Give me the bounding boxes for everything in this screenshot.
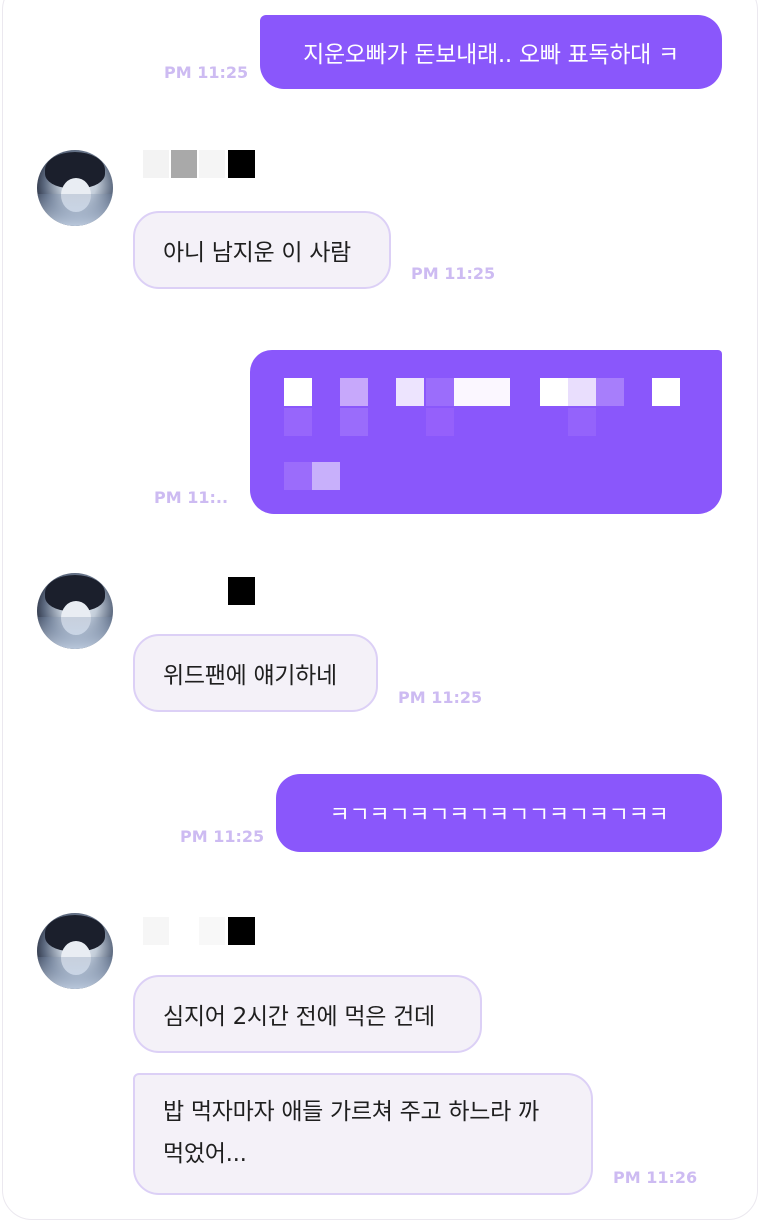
redacted-message-bubble[interactable] <box>250 350 722 514</box>
message-text: 지운오빠가 돈보내래.. 오빠 표독하대 ㅋ <box>303 42 679 68</box>
incoming-message-bubble[interactable]: 밥 먹자마자 애들 가르쳐 주고 하느라 까 먹었어... <box>133 1073 593 1195</box>
sender-avatar[interactable] <box>37 150 113 226</box>
message-text-line: 먹었어... <box>163 1141 247 1167</box>
message-timestamp: PM 11:25 <box>180 827 265 846</box>
outgoing-message-bubble[interactable]: ㅋㄱㅋㄱㅋㄱㅋㄱㅋㄱㄱㅋㄱㅋㄱㅋㅋ <box>276 774 722 852</box>
incoming-message-bubble[interactable]: 아니 남지운 이 사람 <box>133 211 391 289</box>
message-timestamp: PM 11:26 <box>613 1168 698 1187</box>
incoming-message-bubble[interactable]: 심지어 2시간 전에 먹은 건데 <box>133 975 482 1053</box>
sender-avatar[interactable] <box>37 573 113 649</box>
message-timestamp: PM 11:25 <box>398 688 483 707</box>
message-timestamp: PM 11:.. <box>154 488 229 507</box>
message-text: 위드팬에 얘기하네 <box>163 663 337 689</box>
sender-avatar[interactable] <box>37 913 113 989</box>
outgoing-message-bubble[interactable]: 지운오빠가 돈보내래.. 오빠 표독하대 ㅋ <box>260 15 722 89</box>
message-text-line: 밥 먹자마자 애들 가르쳐 주고 하느라 까 <box>163 1099 539 1125</box>
message-text: 아니 남지운 이 사람 <box>163 240 351 266</box>
message-text: ㅋㄱㅋㄱㅋㄱㅋㄱㅋㄱㄱㅋㄱㅋㄱㅋㅋ <box>329 803 669 828</box>
incoming-message-bubble[interactable]: 위드팬에 얘기하네 <box>133 634 378 712</box>
message-timestamp: PM 11:25 <box>164 63 249 82</box>
message-timestamp: PM 11:25 <box>411 264 496 283</box>
message-text: 심지어 2시간 전에 먹은 건데 <box>163 1004 435 1030</box>
